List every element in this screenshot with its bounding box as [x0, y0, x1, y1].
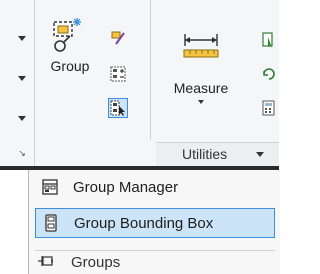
- group-edit-button[interactable]: [108, 64, 128, 84]
- menu-item-label: Group Manager: [73, 178, 179, 196]
- group-manager-icon: [39, 176, 61, 198]
- id-point-button[interactable]: [259, 64, 279, 84]
- calculator-button[interactable]: [259, 98, 279, 118]
- group-selection-toggle-button[interactable]: [108, 98, 128, 118]
- dropdown-arrow-icon[interactable]: [18, 116, 26, 121]
- measure-button[interactable]: Measure: [166, 30, 236, 104]
- groups-panel-title: Groups: [71, 253, 121, 271]
- ungroup-icon: [111, 31, 125, 45]
- dropdown-arrow-icon[interactable]: [18, 76, 26, 81]
- group-edit-icon: [110, 66, 126, 82]
- group-button-label: Group: [50, 58, 90, 74]
- group-selection-toggle-icon: [110, 100, 125, 116]
- utilities-panel-title[interactable]: Utilities: [182, 143, 227, 165]
- ungroup-button[interactable]: [108, 28, 128, 48]
- panel-divider: [150, 0, 151, 140]
- measure-icon: [183, 34, 219, 58]
- ribbon: ↘ Group Measure Utilities: [0, 0, 279, 170]
- pin-icon[interactable]: [37, 253, 55, 269]
- panel-divider: [34, 0, 35, 166]
- measure-dropdown-arrow-icon[interactable]: [198, 100, 204, 104]
- quick-select-icon: [262, 32, 273, 48]
- dropdown-arrow-icon[interactable]: [18, 36, 26, 41]
- menu-item-group-manager[interactable]: Group Manager: [35, 172, 275, 202]
- group-bounding-box-icon: [40, 212, 62, 234]
- group-button[interactable]: Group: [42, 16, 98, 74]
- group-icon: [53, 18, 81, 52]
- id-point-icon: [263, 68, 275, 80]
- groups-panel-footer[interactable]: Groups: [35, 250, 275, 273]
- menu-item-group-bounding-box[interactable]: Group Bounding Box: [35, 208, 275, 238]
- calculator-icon: [262, 100, 275, 116]
- measure-button-label: Measure: [173, 80, 229, 96]
- quick-select-button[interactable]: [259, 30, 279, 50]
- utilities-panel-dropdown-icon[interactable]: [256, 152, 264, 157]
- left-panel-strip: ↘: [0, 0, 34, 166]
- menu-item-label: Group Bounding Box: [74, 214, 214, 232]
- groups-dropdown-menu: Group Manager Group Bounding Box Groups: [28, 170, 280, 274]
- panel-launcher-icon[interactable]: ↘: [17, 148, 27, 158]
